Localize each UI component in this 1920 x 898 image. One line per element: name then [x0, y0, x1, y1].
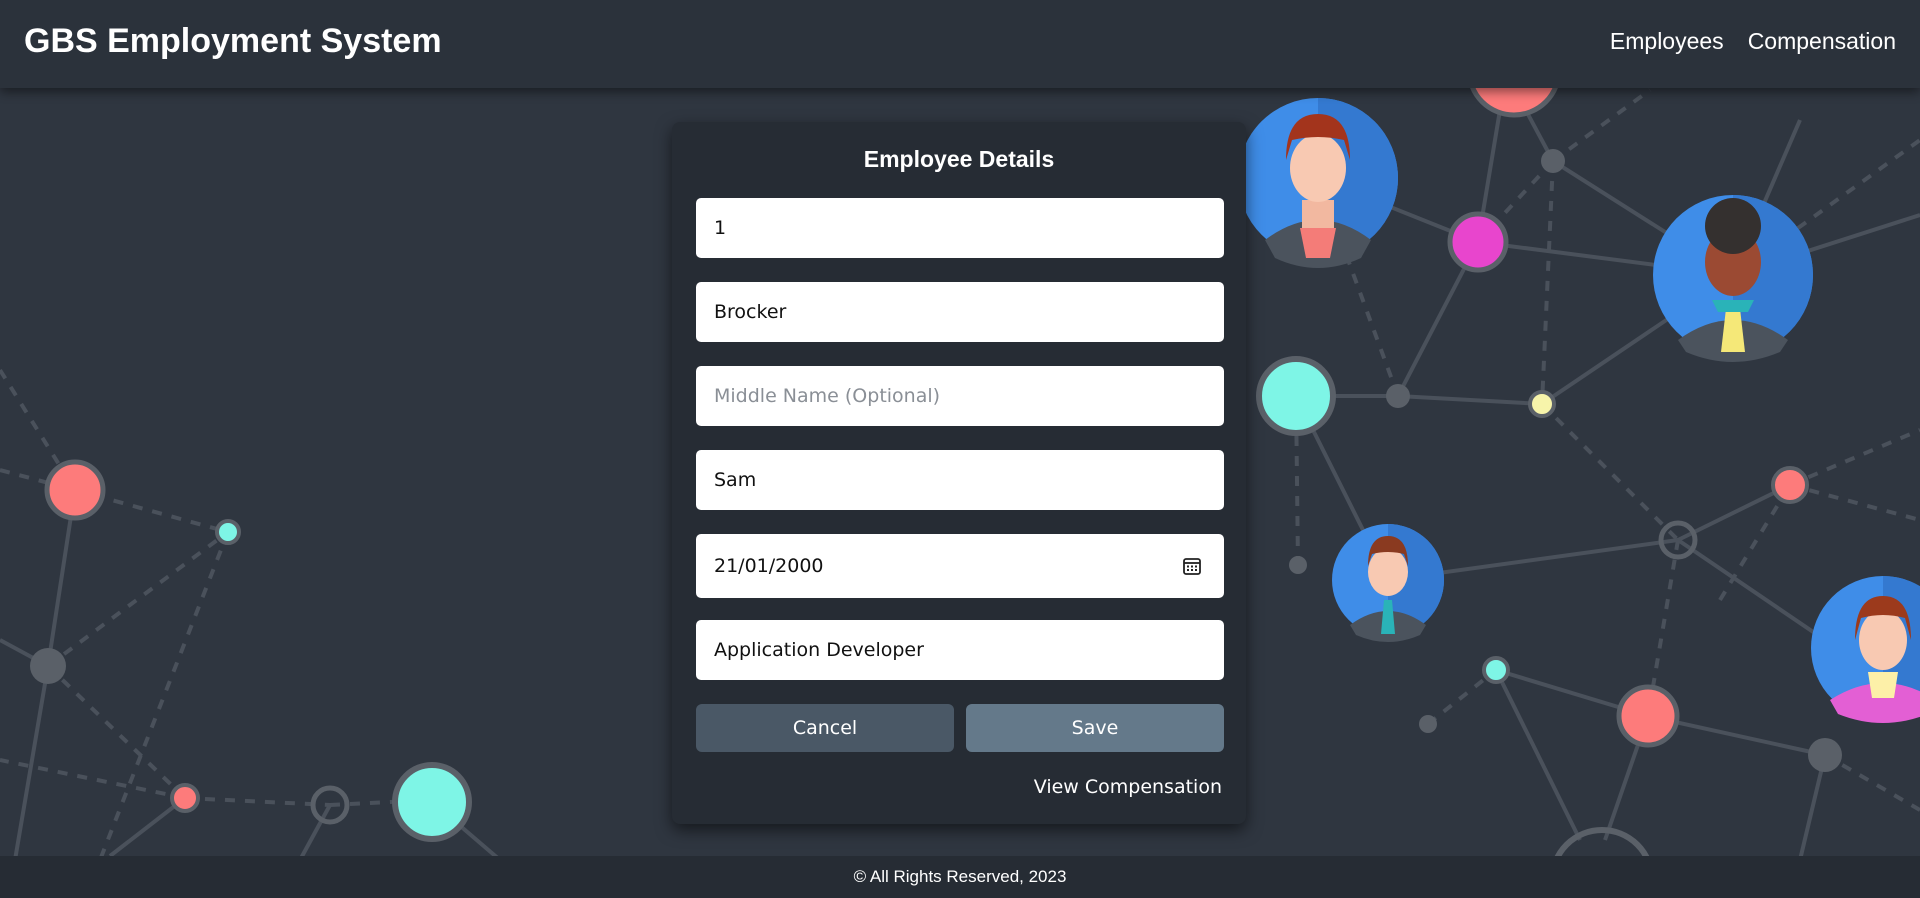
cancel-button[interactable]: Cancel	[696, 704, 954, 752]
view-compensation-link[interactable]: View Compensation	[1034, 776, 1222, 798]
footer: © All Rights Reserved, 2023	[0, 856, 1920, 898]
employee-details-card: Employee Details 21/01/2000 Cancel Save …	[672, 122, 1246, 824]
employee-number-input[interactable]	[696, 198, 1224, 258]
birth-date-value: 21/01/2000	[714, 555, 824, 577]
footer-copyright: © All Rights Reserved, 2023	[853, 867, 1067, 886]
card-title: Employee Details	[863, 146, 1055, 172]
avatar-man-curly-hair	[1653, 195, 1813, 362]
first-name-input[interactable]	[696, 450, 1224, 510]
middle-name-input[interactable]	[696, 366, 1224, 426]
main-nav: Employees Compensation	[1610, 28, 1896, 55]
calendar-icon[interactable]	[1182, 556, 1202, 576]
app-brand-title[interactable]: GBS Employment System	[24, 22, 442, 61]
nav-link-employees[interactable]: Employees	[1610, 28, 1724, 55]
avatar-woman-pink-shirt	[1811, 576, 1920, 723]
last-name-input[interactable]	[696, 282, 1224, 342]
nav-link-compensation[interactable]: Compensation	[1748, 28, 1896, 55]
save-button[interactable]: Save	[966, 704, 1224, 752]
birth-date-field[interactable]: 21/01/2000	[696, 534, 1224, 598]
avatar-man-tie	[1332, 524, 1444, 642]
avatar-woman-red-hair	[1238, 98, 1398, 268]
top-navbar: GBS Employment System Employees Compensa…	[0, 0, 1920, 88]
position-input[interactable]	[696, 620, 1224, 680]
